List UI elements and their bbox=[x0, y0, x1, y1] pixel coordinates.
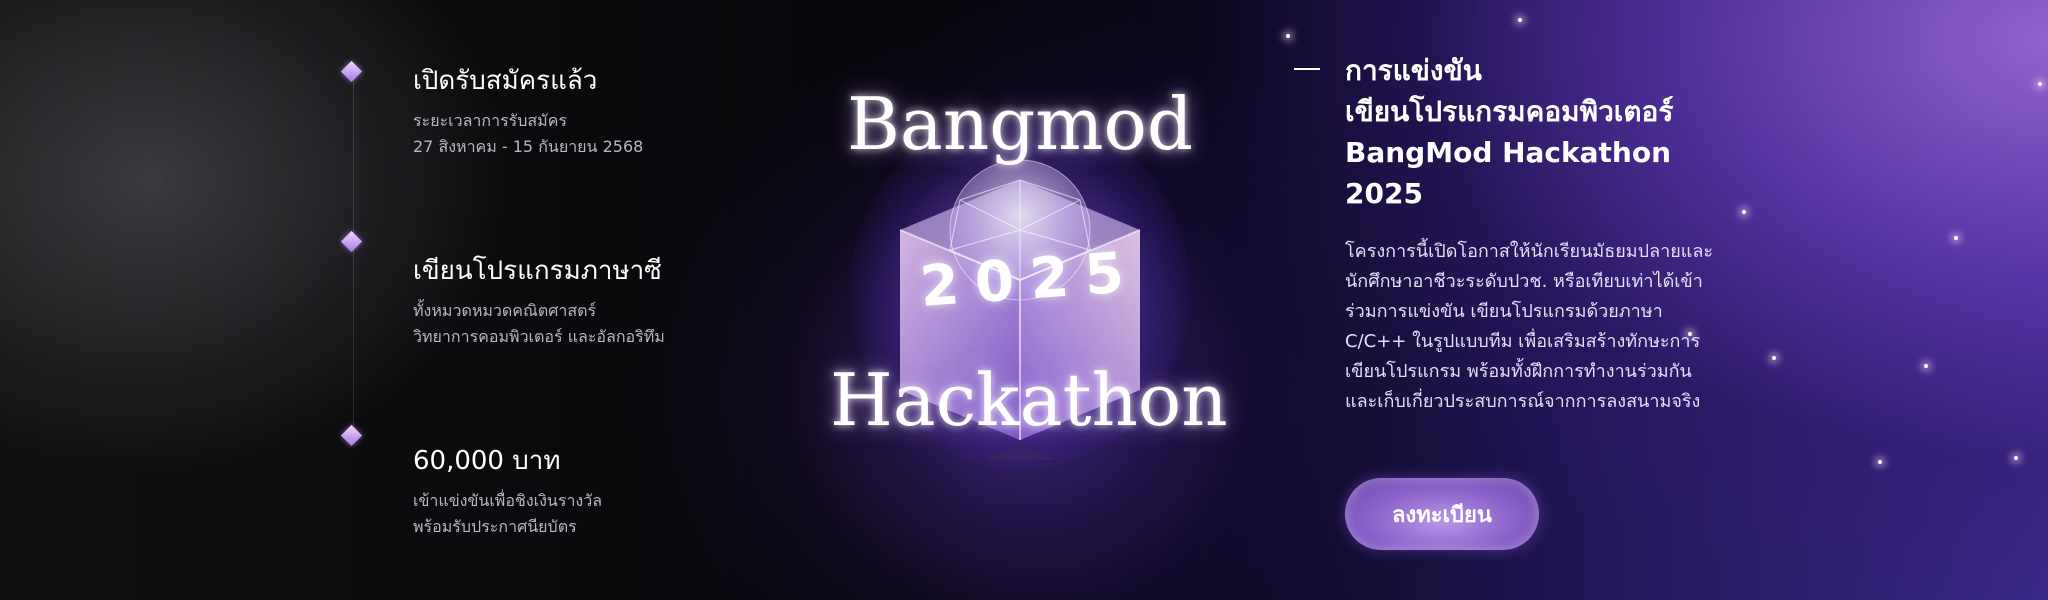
timeline-title: 60,000 บาท bbox=[413, 446, 561, 476]
headline-dash bbox=[1294, 68, 1320, 70]
hackathon-logo-artwork: Bangmod 2025 Hackathon bbox=[830, 70, 1228, 490]
star bbox=[1772, 356, 1776, 360]
star bbox=[1286, 34, 1290, 38]
timeline-item-registration: เปิดรับสมัครแล้ว ระยะเวลาการรับสมัคร 27 … bbox=[413, 64, 753, 160]
artwork-title-hackathon: Hackathon bbox=[830, 358, 1228, 442]
headline-line: เขียนโปรแกรมคอมพิวเตอร์ bbox=[1345, 95, 1674, 128]
star bbox=[1954, 236, 1958, 240]
star bbox=[1518, 18, 1522, 22]
headline-line: 2025 bbox=[1345, 177, 1423, 210]
timeline-diamond-icon bbox=[340, 230, 363, 253]
headline-line: การแข่งขัน bbox=[1345, 54, 1482, 87]
artwork-title-bangmod: Bangmod bbox=[846, 82, 1193, 166]
timeline-diamond-icon bbox=[340, 424, 363, 447]
hackathon-hero-banner: เปิดรับสมัครแล้ว ระยะเวลาการรับสมัคร 27 … bbox=[0, 0, 2048, 600]
timeline-desc-line: ระยะเวลาการรับสมัคร bbox=[413, 111, 568, 130]
timeline-title: เขียนโปรแกรมภาษาซี bbox=[413, 256, 662, 286]
artwork-year: 2025 bbox=[917, 239, 1142, 320]
timeline-desc-line: เข้าแข่งขันเพื่อชิงเงินรางวัล bbox=[413, 491, 603, 510]
timeline-title: เปิดรับสมัครแล้ว bbox=[413, 66, 598, 96]
timeline-desc: ระยะเวลาการรับสมัคร 27 สิงหาคม - 15 กันย… bbox=[413, 108, 753, 160]
timeline-desc-line: 27 สิงหาคม - 15 กันยายน 2568 bbox=[413, 137, 644, 156]
timeline-line bbox=[353, 76, 354, 436]
timeline-item-language: เขียนโปรแกรมภาษาซี ทั้งหมวดหมวดคณิตศาสตร… bbox=[413, 254, 753, 350]
timeline-desc: เข้าแข่งขันเพื่อชิงเงินรางวัล พร้อมรับปร… bbox=[413, 488, 753, 540]
timeline-item-prize: 60,000 บาท เข้าแข่งขันเพื่อชิงเงินรางวัล… bbox=[413, 444, 753, 540]
timeline-diamond-icon bbox=[340, 60, 363, 83]
timeline-desc-line: พร้อมรับประกาศนียบัตร bbox=[413, 517, 577, 536]
star bbox=[1924, 364, 1928, 368]
timeline-desc-line: วิทยาการคอมพิวเตอร์ และอัลกอริทึม bbox=[413, 327, 665, 346]
star bbox=[2038, 82, 2042, 86]
star bbox=[1878, 460, 1882, 464]
register-button[interactable]: ลงทะเบียน bbox=[1345, 478, 1539, 550]
project-description: โครงการนี้เปิดโอกาสให้นักเรียนมัธยมปลายแ… bbox=[1345, 241, 1714, 412]
headline: การแข่งขัน เขียนโปรแกรมคอมพิวเตอร์ BangM… bbox=[1345, 50, 1745, 214]
timeline-desc: ทั้งหมวดหมวดคณิตศาสตร์ วิทยาการคอมพิวเตอ… bbox=[413, 298, 753, 350]
star bbox=[2014, 456, 2018, 460]
headline-line: BangMod Hackathon bbox=[1345, 136, 1672, 169]
timeline-desc-line: ทั้งหมวดหมวดคณิตศาสตร์ bbox=[413, 301, 597, 320]
